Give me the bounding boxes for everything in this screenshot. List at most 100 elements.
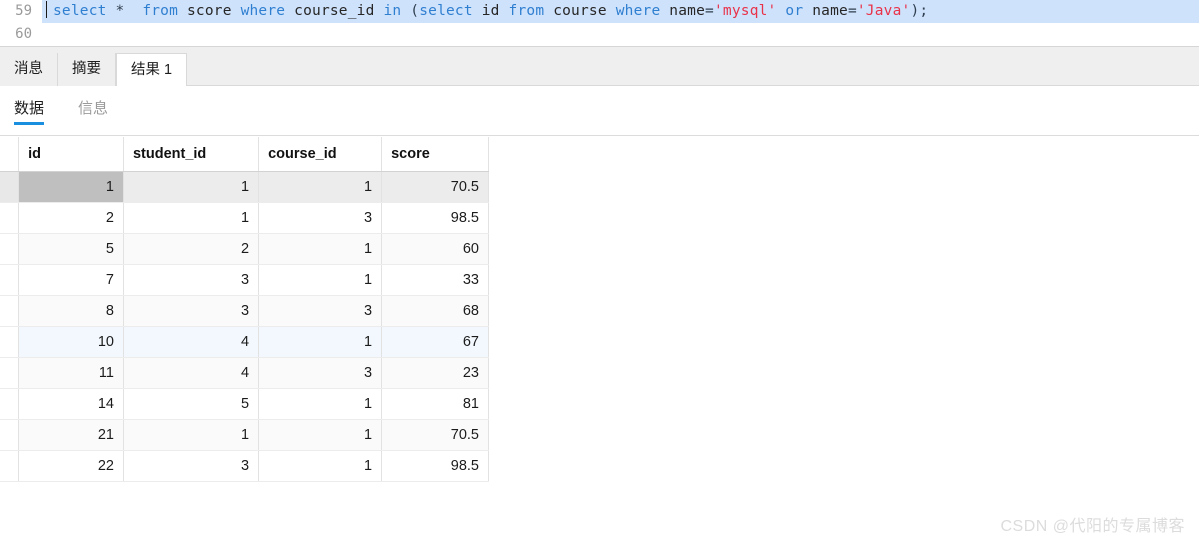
- column-header-score[interactable]: score: [381, 137, 489, 172]
- sql-token-pun: (: [401, 3, 420, 19]
- tab-summary[interactable]: 摘要: [58, 53, 116, 86]
- cell-course-id[interactable]: 1: [258, 450, 383, 482]
- sql-token-idn: name: [660, 3, 706, 19]
- table-row[interactable]: 14 5 1 81: [0, 388, 489, 420]
- text-caret: [46, 1, 47, 18]
- cell-score[interactable]: 67: [381, 326, 489, 358]
- cell-student-id[interactable]: 1: [123, 202, 260, 234]
- row-header-cell[interactable]: [0, 388, 20, 420]
- row-header-cell[interactable]: [0, 264, 20, 296]
- cell-score[interactable]: 70.5: [381, 419, 489, 451]
- cell-id[interactable]: 1: [18, 171, 124, 203]
- cell-score[interactable]: 23: [381, 357, 489, 389]
- cell-id[interactable]: 11: [18, 357, 124, 389]
- cell-score[interactable]: 98.5: [381, 450, 489, 482]
- tab-result-1[interactable]: 结果 1: [116, 53, 188, 87]
- row-header-cell[interactable]: [0, 357, 20, 389]
- sql-token-kw: from: [508, 3, 545, 19]
- cell-score[interactable]: 70.5: [381, 171, 489, 203]
- cell-score[interactable]: 33: [381, 264, 489, 296]
- sql-token-str: 'Java': [856, 3, 911, 19]
- result-subtabs: 数据 信息: [0, 86, 1199, 136]
- sql-token-idn: name: [803, 3, 848, 19]
- table-row[interactable]: 5 2 1 60: [0, 233, 489, 265]
- sql-token-pun: =: [847, 3, 857, 19]
- code-line-60-content[interactable]: [42, 23, 1199, 46]
- sql-editor[interactable]: 59 select * from score where course_id i…: [0, 0, 1199, 46]
- cell-course-id[interactable]: 1: [258, 326, 383, 358]
- cell-course-id[interactable]: 1: [258, 388, 383, 420]
- sql-token-kw: where: [240, 3, 286, 19]
- table-row[interactable]: 11 4 3 23: [0, 357, 489, 389]
- sql-token-idn: score: [178, 3, 241, 19]
- sql-statement: select * from score where course_id in (…: [53, 3, 928, 19]
- cell-id[interactable]: 22: [18, 450, 124, 482]
- row-header-cell[interactable]: [0, 450, 20, 482]
- cell-course-id[interactable]: 1: [258, 264, 383, 296]
- table-row[interactable]: 8 3 3 68: [0, 295, 489, 327]
- sql-token-kw: from: [133, 3, 179, 19]
- cell-score[interactable]: 81: [381, 388, 489, 420]
- result-table-head: id student_id course_id score: [0, 137, 489, 172]
- sql-token-idn: id: [472, 3, 509, 19]
- cell-student-id[interactable]: 4: [123, 357, 260, 389]
- sql-token-idn: course: [544, 3, 616, 19]
- tabstrip-filler: [187, 52, 1199, 86]
- cell-id[interactable]: 2: [18, 202, 124, 234]
- table-row[interactable]: 7 3 1 33: [0, 264, 489, 296]
- cell-score[interactable]: 60: [381, 233, 489, 265]
- table-row[interactable]: 1 1 1 70.5: [0, 171, 489, 203]
- cell-course-id[interactable]: 1: [258, 233, 383, 265]
- row-header-cell[interactable]: [0, 295, 20, 327]
- subtab-data[interactable]: 数据: [14, 97, 45, 125]
- cell-student-id[interactable]: 1: [123, 171, 260, 203]
- row-header-cell[interactable]: [0, 233, 20, 265]
- cell-student-id[interactable]: 5: [123, 388, 260, 420]
- cell-id[interactable]: 8: [18, 295, 124, 327]
- cell-student-id[interactable]: 1: [123, 419, 260, 451]
- cell-course-id[interactable]: 3: [258, 202, 383, 234]
- result-grid[interactable]: id student_id course_id score 1 1 1 70.5 2 1 3…: [0, 137, 489, 482]
- table-row[interactable]: 2 1 3 98.5: [0, 202, 489, 234]
- cell-id[interactable]: 7: [18, 264, 124, 296]
- cell-course-id[interactable]: 3: [258, 357, 383, 389]
- tab-messages[interactable]: 消息: [0, 53, 58, 86]
- cell-id[interactable]: 10: [18, 326, 124, 358]
- cell-id[interactable]: 21: [18, 419, 124, 451]
- cell-student-id[interactable]: 2: [123, 233, 260, 265]
- column-header-id[interactable]: id: [18, 137, 124, 172]
- table-row[interactable]: 21 1 1 70.5: [0, 419, 489, 451]
- code-line-59-content[interactable]: select * from score where course_id in (…: [42, 0, 1199, 23]
- sql-token-pun: =: [705, 3, 714, 19]
- cell-course-id[interactable]: 1: [258, 171, 383, 203]
- sql-token-str: 'mysql': [713, 3, 777, 19]
- cell-student-id[interactable]: 3: [123, 295, 260, 327]
- code-line-59[interactable]: 59 select * from score where course_id i…: [0, 0, 1199, 23]
- code-line-60[interactable]: 60: [0, 23, 1199, 46]
- csdn-watermark: CSDN @代阳的专属博客: [1000, 518, 1185, 535]
- row-header-cell[interactable]: [0, 171, 20, 203]
- column-header-course-id[interactable]: course_id: [258, 137, 383, 172]
- cell-student-id[interactable]: 4: [123, 326, 260, 358]
- table-row[interactable]: 10 4 1 67: [0, 326, 489, 358]
- cell-id[interactable]: 14: [18, 388, 124, 420]
- line-number-60: 60: [0, 23, 42, 46]
- row-header-cell[interactable]: [0, 326, 20, 358]
- sql-token-pun: *: [106, 3, 134, 19]
- row-header-cell[interactable]: [0, 202, 20, 234]
- subtab-info[interactable]: 信息: [78, 97, 108, 124]
- row-header-cell[interactable]: [0, 419, 20, 451]
- row-header-corner[interactable]: [0, 137, 20, 172]
- cell-course-id[interactable]: 3: [258, 295, 383, 327]
- cell-score[interactable]: 68: [381, 295, 489, 327]
- cell-id[interactable]: 5: [18, 233, 124, 265]
- result-tabstrip: 消息 摘要 结果 1: [0, 46, 1199, 87]
- table-row[interactable]: 22 3 1 98.5: [0, 450, 489, 482]
- column-header-student-id[interactable]: student_id: [123, 137, 260, 172]
- sql-token-idn: course_id: [285, 3, 384, 19]
- cell-student-id[interactable]: 3: [123, 450, 260, 482]
- cell-course-id[interactable]: 1: [258, 419, 383, 451]
- cell-student-id[interactable]: 3: [123, 264, 260, 296]
- result-table: id student_id course_id score 1 1 1 70.5 2 1 3…: [0, 137, 489, 482]
- cell-score[interactable]: 98.5: [381, 202, 489, 234]
